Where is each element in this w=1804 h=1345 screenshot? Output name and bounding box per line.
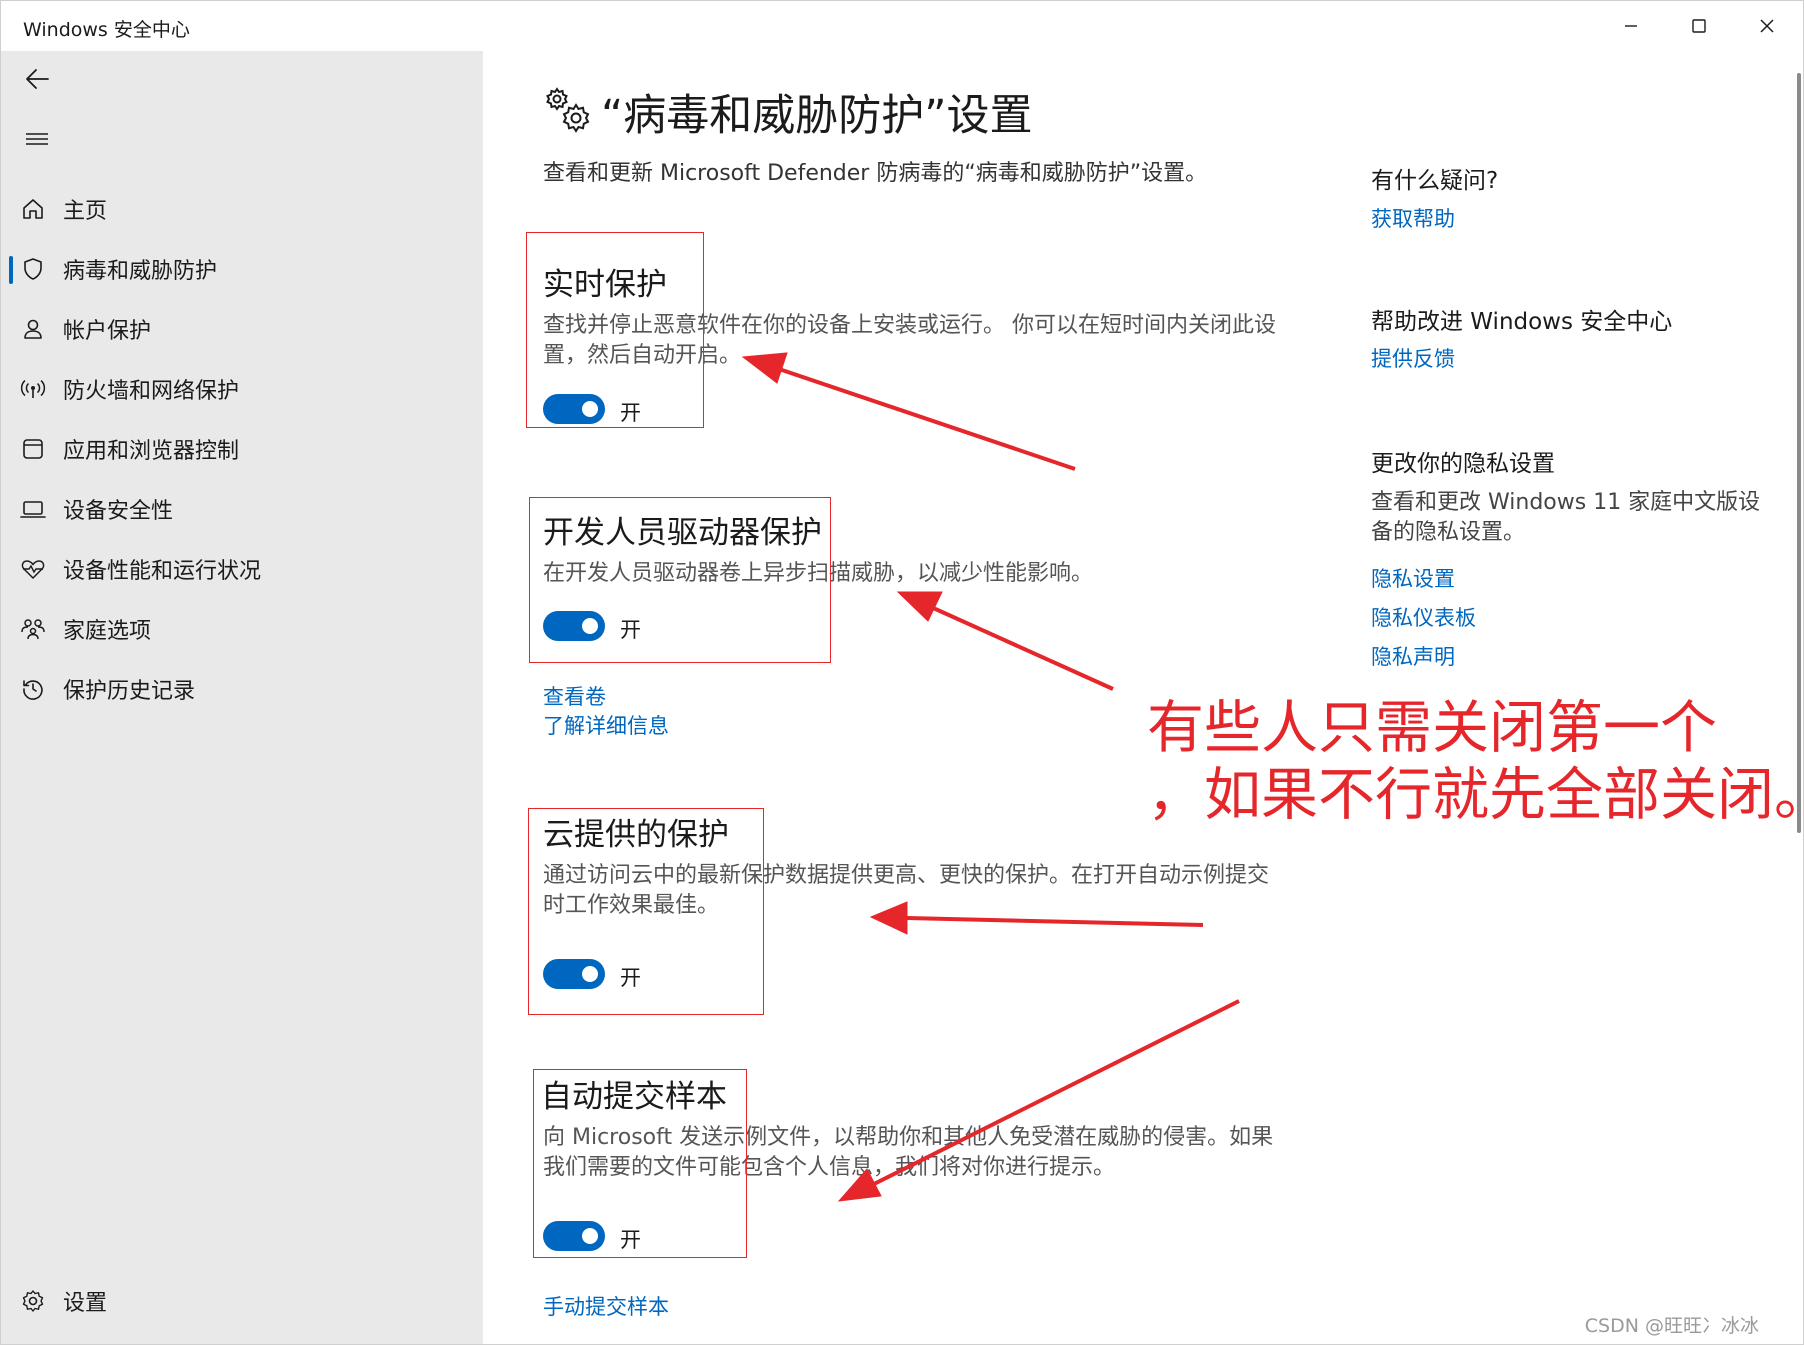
arrow-head: [896, 591, 943, 622]
arrow-head: [869, 901, 908, 935]
arrow-head: [837, 1168, 882, 1202]
annotation-arrow: [906, 916, 1204, 927]
arrow-head: [741, 352, 788, 384]
annotation-arrows: [741, 352, 1240, 1202]
watermark: CSDN @旺旺冫冰冰: [1584, 1315, 1759, 1337]
annotation-arrow: [930, 605, 1114, 691]
scrollbar[interactable]: [1797, 73, 1801, 833]
annotation-text-line2: ，如果不行就先全部关闭。: [1147, 762, 1804, 828]
app-window: Windows 安全中心 主页 病毒和威胁防护 帐户保护 防火墙和网络保护 应用…: [0, 0, 1804, 1345]
annotation-arrow: [775, 366, 1076, 471]
annotation-arrow: [869, 999, 1240, 1188]
